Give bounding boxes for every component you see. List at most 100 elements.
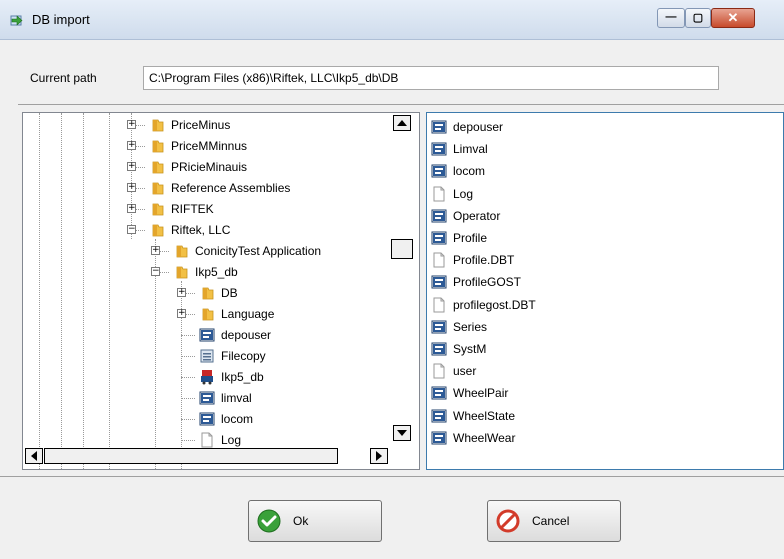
folder-icon (152, 161, 164, 174)
check-icon (257, 509, 281, 533)
folder-icon (152, 203, 164, 216)
tree-item-label: PriceMinus (171, 118, 231, 132)
document-icon (201, 432, 213, 448)
file-list-item[interactable]: ProfileGOST (431, 272, 771, 292)
folder-icon (152, 119, 164, 132)
ok-button[interactable]: Ok (248, 500, 382, 542)
tree-item-label: DB (221, 286, 238, 300)
current-path-input[interactable] (143, 66, 719, 90)
tree-item-label: Ikp5_db (195, 265, 238, 279)
tree-item[interactable]: − Riftek, LLC (23, 220, 391, 240)
file-list-item[interactable]: profilegost.DBT (431, 295, 771, 315)
minimize-icon: — (665, 11, 677, 23)
file-list-item[interactable]: Limval (431, 139, 771, 159)
expand-icon[interactable]: + (177, 309, 186, 318)
tree-item-label: PriceMMinnus (171, 139, 248, 153)
app-icon (201, 370, 213, 385)
tree-item[interactable]: depouser (23, 325, 391, 345)
file-list-item[interactable]: locom (431, 161, 771, 181)
expand-icon[interactable]: + (127, 183, 136, 192)
folder-icon (176, 245, 188, 258)
tree-item[interactable]: limval (23, 388, 391, 408)
collapse-icon[interactable]: − (151, 267, 160, 276)
tree-item-label: ConicityTest Application (195, 244, 322, 258)
file-list-item-label: SystM (453, 342, 487, 356)
expand-icon[interactable]: + (127, 120, 136, 129)
tree-item[interactable]: + PriceMMinnus (23, 136, 391, 156)
tree-item[interactable]: + RIFTEK (23, 199, 391, 219)
tree-item[interactable]: locom (23, 409, 391, 429)
tree-item[interactable]: − Ikp5_db (23, 262, 391, 282)
tree-item[interactable]: + DB (23, 283, 391, 303)
file-list-item-label: WheelState (453, 408, 516, 423)
file-list-item[interactable]: Operator (431, 206, 771, 226)
file-list-item-label: WheelWear (453, 430, 516, 445)
table-icon (431, 120, 447, 134)
tree-item[interactable]: + Reference Assemblies (23, 178, 391, 198)
file-list-item[interactable]: Series (431, 317, 771, 337)
tree-item-label: PRicieMinauis (171, 160, 248, 174)
expand-icon[interactable]: + (127, 162, 136, 171)
tree-item-label: Log (221, 433, 242, 447)
tree-item-label: Riftek, LLC (171, 223, 231, 237)
tree-scroll-right-button[interactable] (370, 448, 388, 464)
file-list-item-label: Log (453, 186, 474, 201)
expand-icon[interactable]: + (127, 141, 136, 150)
file-list-item[interactable]: SystM (431, 339, 771, 359)
file-list-item[interactable]: Profile (431, 228, 771, 248)
file-list-item[interactable]: WheelWear (431, 428, 771, 448)
file-list-item[interactable]: Log (431, 184, 771, 204)
tree-item[interactable]: Filecopy (23, 346, 391, 366)
table-icon (199, 412, 215, 426)
file-list-item[interactable]: Profile.DBT (431, 250, 771, 270)
window-title: DB import (32, 12, 90, 27)
folder-icon (152, 182, 164, 195)
expand-icon[interactable]: + (177, 288, 186, 297)
table-icon (431, 342, 447, 356)
tree-item-label: Reference Assemblies (171, 181, 291, 195)
expand-icon[interactable]: + (151, 246, 160, 255)
table-icon (431, 142, 447, 156)
tree-item-label: limval (221, 391, 252, 405)
divider (18, 104, 784, 105)
directory-tree[interactable]: + PriceMinus + PriceMMinnus + PRicieMinauis + R… (22, 112, 420, 470)
tree-connector (181, 440, 195, 441)
ok-button-label: Ok (293, 514, 309, 528)
tree-vertical-scroll-thumb[interactable] (391, 239, 413, 259)
tree-scroll-left-button[interactable] (25, 448, 43, 464)
expand-icon[interactable]: + (127, 204, 136, 213)
tree-item[interactable]: + Language (23, 304, 391, 324)
file-list-item-label: profilegost.DBT (453, 297, 536, 312)
cancel-button[interactable]: Cancel (487, 500, 621, 542)
tree-item[interactable]: + PriceMinus (23, 115, 391, 135)
folder-icon (152, 140, 164, 153)
table-icon (199, 328, 215, 342)
file-list-item[interactable]: user (431, 361, 771, 381)
tree-scroll-down-button[interactable] (393, 425, 411, 441)
tree-item[interactable]: Ikp5_db (23, 367, 391, 387)
tree-connector (181, 398, 195, 399)
file-list[interactable]: depouser Limval locom Log Operator Profile Pro… (426, 112, 784, 470)
collapse-icon[interactable]: − (127, 225, 136, 234)
arrow-up-icon (397, 120, 407, 126)
tree-item[interactable]: Log (23, 430, 391, 450)
minimize-button[interactable]: — (657, 8, 685, 28)
file-list-item-label: Limval (453, 142, 488, 157)
tree-connector (181, 356, 195, 357)
tree-item[interactable]: + ConicityTest Application (23, 241, 391, 261)
file-list-item[interactable]: WheelPair (431, 383, 771, 403)
tree-horizontal-scroll-thumb[interactable] (44, 448, 338, 464)
file-list-item-label: Series (453, 319, 488, 334)
tree-scroll-up-button[interactable] (393, 115, 411, 131)
file-list-item-label: Profile.DBT (453, 253, 515, 268)
file-list-item[interactable]: depouser (431, 117, 771, 137)
arrow-right-icon (376, 451, 382, 461)
maximize-button[interactable]: ▢ (685, 8, 711, 28)
tree-connector (181, 419, 195, 420)
tree-item[interactable]: + PRicieMinauis (23, 157, 391, 177)
table-icon (199, 391, 215, 405)
close-button[interactable]: ✕ (711, 8, 755, 28)
tree-item-label: depouser (221, 328, 272, 342)
file-list-item[interactable]: WheelState (431, 406, 771, 426)
file-list-item-label: depouser (453, 120, 504, 134)
